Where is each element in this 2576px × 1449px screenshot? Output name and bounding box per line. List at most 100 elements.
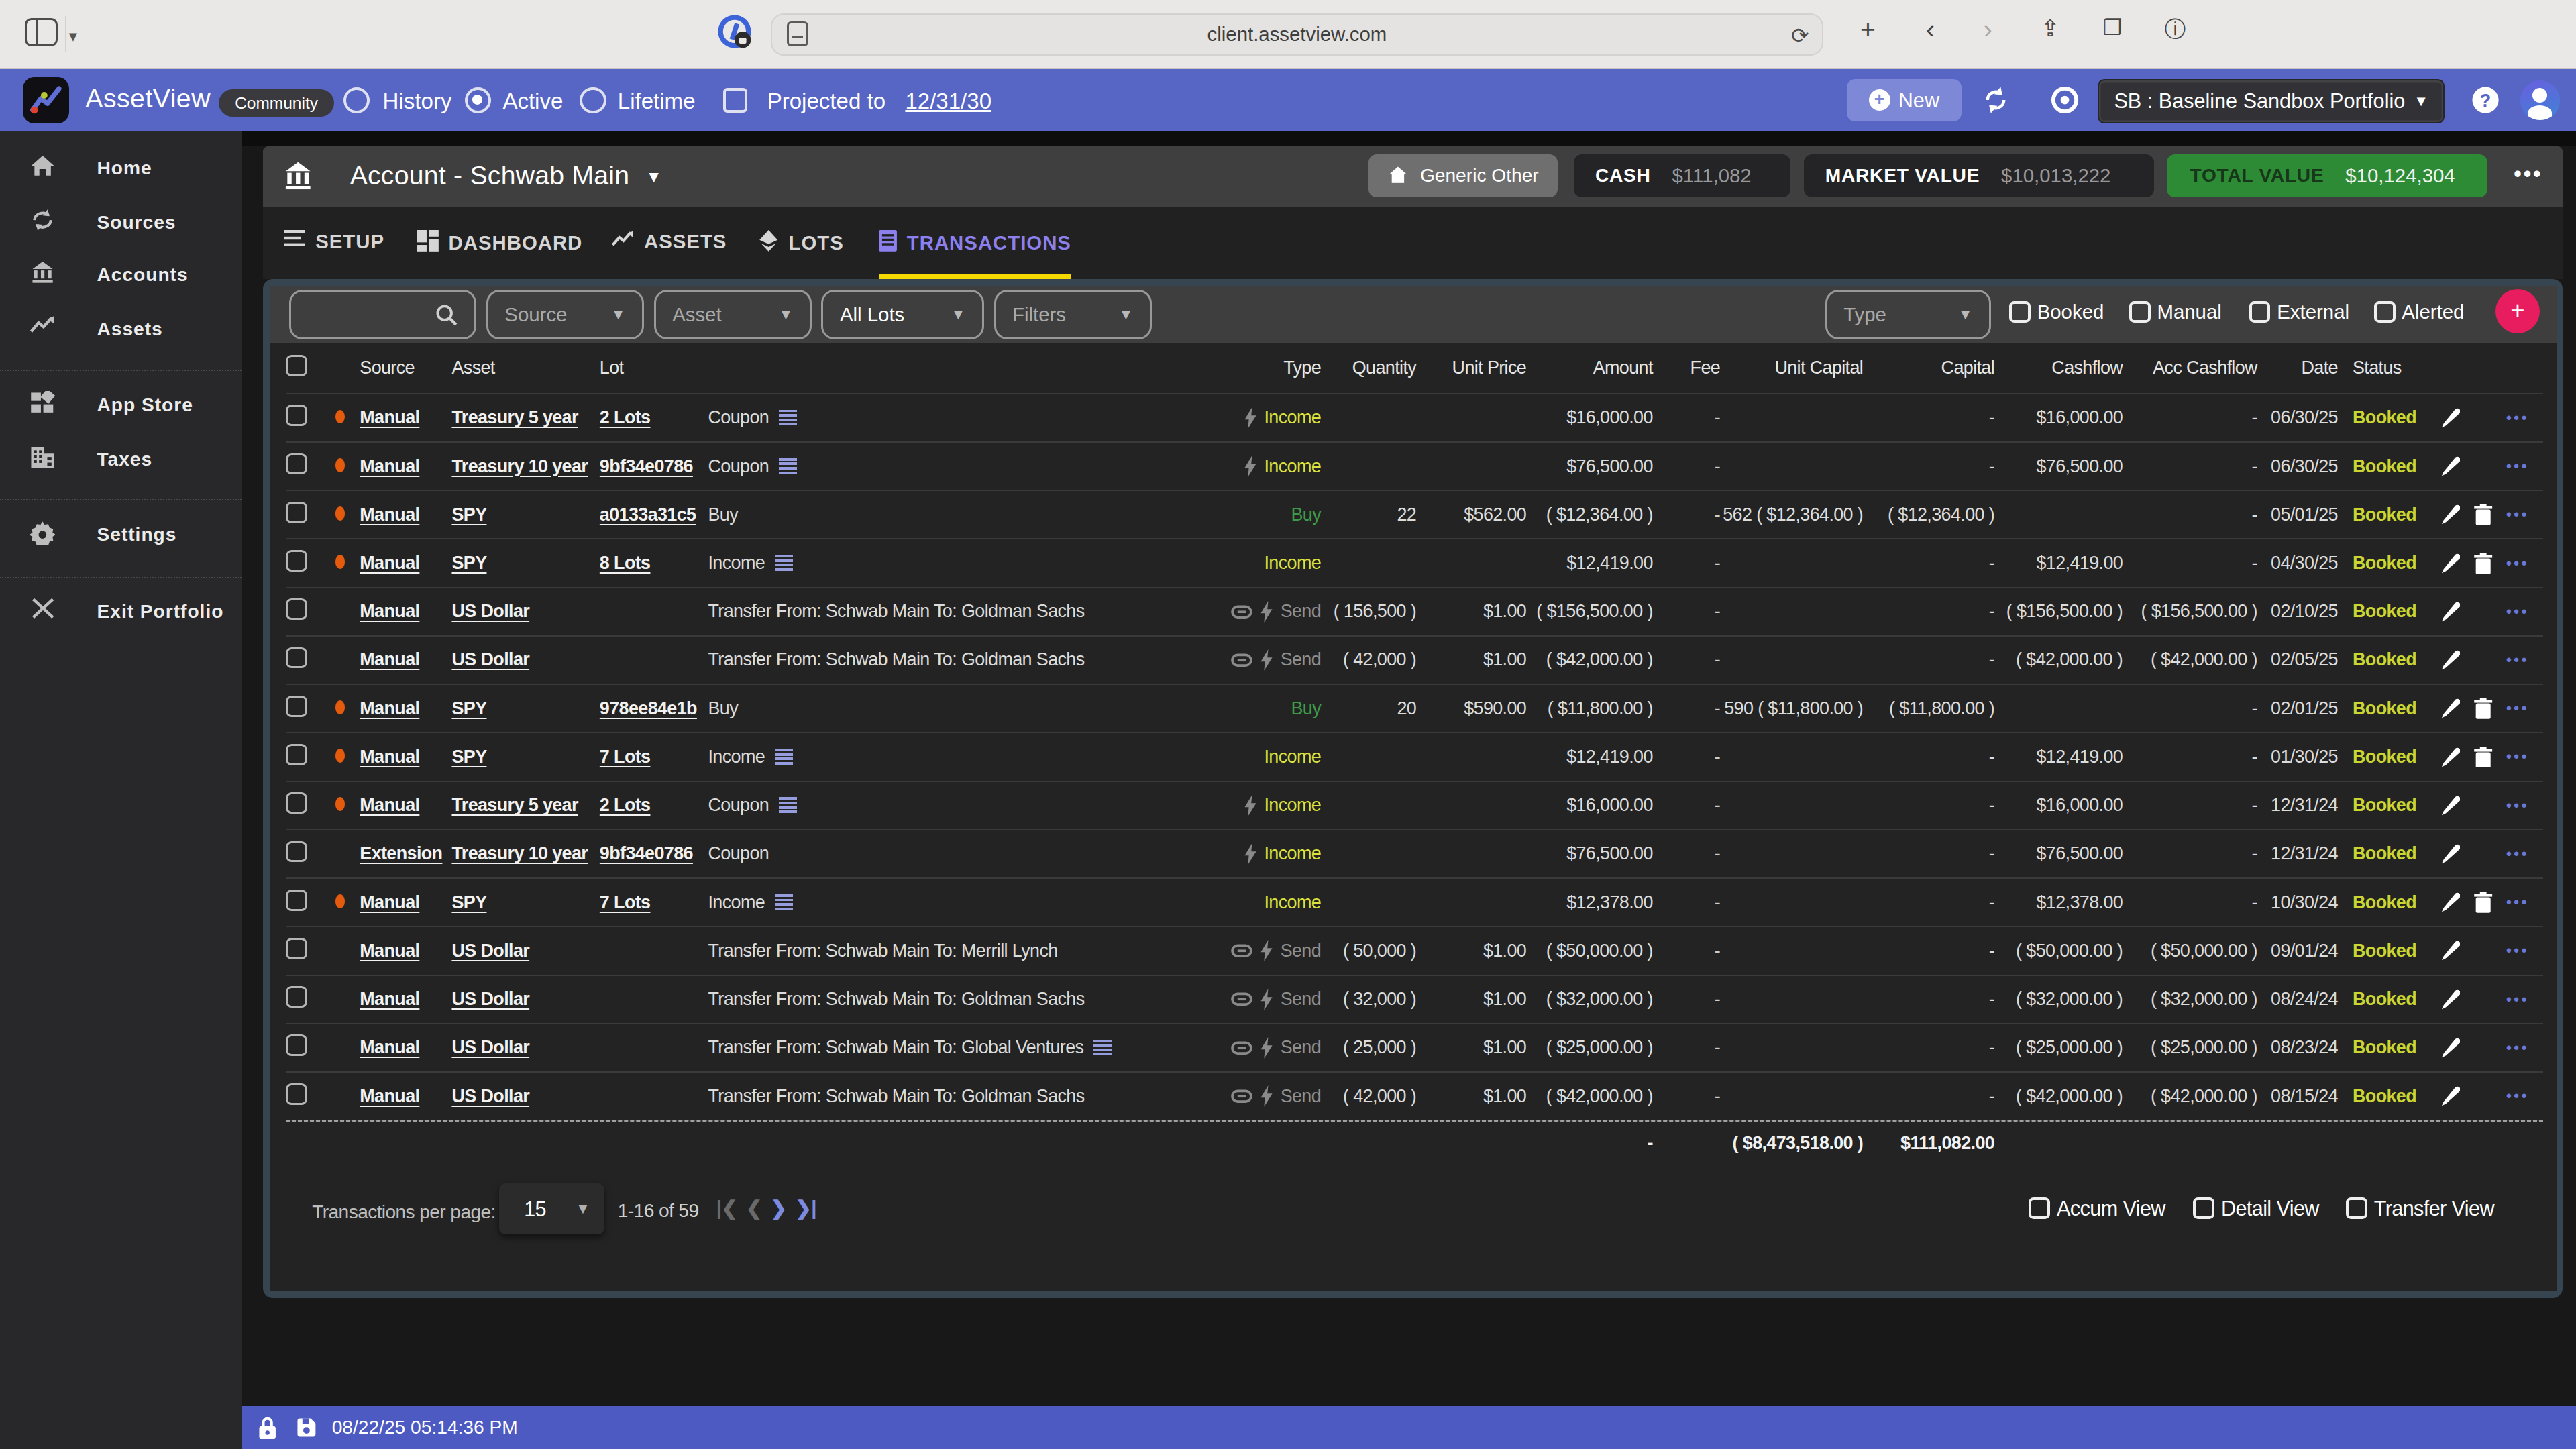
- edit-icon[interactable]: [2440, 601, 2460, 623]
- lot-list-icon[interactable]: [779, 410, 797, 426]
- sidebar-item-assets[interactable]: Assets: [0, 315, 241, 348]
- table-row[interactable]: ExtensionTreasury 10 year9bf34e0786Coupo…: [286, 830, 2543, 879]
- row-source[interactable]: Manual: [360, 989, 451, 1010]
- sidebar-item-home[interactable]: Home: [0, 154, 241, 187]
- per-page-select[interactable]: 15▼: [499, 1183, 604, 1234]
- row-checkbox[interactable]: [286, 598, 307, 620]
- table-row[interactable]: ManualSPY8 LotsIncomeIncome$12,419.00--$…: [286, 539, 2543, 588]
- radio-active[interactable]: [465, 87, 491, 113]
- edit-icon[interactable]: [2440, 747, 2460, 768]
- tab-assets[interactable]: ASSETS: [611, 230, 727, 253]
- row-checkbox[interactable]: [286, 986, 307, 1008]
- watch-icon[interactable]: [2050, 85, 2080, 115]
- row-source[interactable]: Manual: [360, 456, 451, 477]
- sidebar-item-exit-portfolio[interactable]: Exit Portfolio: [0, 598, 241, 631]
- row-more-icon[interactable]: •••: [2506, 1039, 2529, 1057]
- table-row[interactable]: ManualUS DollarTransfer From: Schwab Mai…: [286, 637, 2543, 685]
- manual-checkbox[interactable]: Manual: [2129, 301, 2222, 323]
- row-more-icon[interactable]: •••: [2506, 409, 2529, 427]
- row-source[interactable]: Manual: [360, 892, 451, 913]
- sidebar-item-accounts[interactable]: Accounts: [0, 261, 241, 294]
- projected-to-checkbox[interactable]: [723, 88, 748, 113]
- row-lot[interactable]: 8 Lots: [600, 553, 708, 574]
- sidebar-item-app-store[interactable]: App Store: [0, 391, 241, 424]
- delete-icon[interactable]: [2473, 504, 2493, 525]
- row-source[interactable]: Manual: [360, 553, 451, 574]
- lot-list-icon[interactable]: [1093, 1040, 1112, 1056]
- edit-icon[interactable]: [2440, 989, 2460, 1010]
- edit-icon[interactable]: [2440, 455, 2460, 477]
- page-icon[interactable]: [786, 21, 812, 48]
- row-asset[interactable]: Treasury 5 year: [451, 407, 599, 428]
- browser-sidebar-icon[interactable]: [25, 18, 58, 46]
- row-asset[interactable]: US Dollar: [451, 601, 599, 622]
- first-page-icon[interactable]: |❮: [716, 1197, 738, 1220]
- search-input[interactable]: [289, 290, 476, 339]
- lot-list-icon[interactable]: [779, 797, 797, 813]
- new-tab-icon[interactable]: +: [1848, 15, 1888, 44]
- tab-setup[interactable]: SETUP: [284, 230, 384, 253]
- row-more-icon[interactable]: •••: [2506, 797, 2529, 814]
- row-asset[interactable]: Treasury 10 year: [451, 843, 599, 864]
- tab-dashboard[interactable]: DASHBOARD: [417, 230, 582, 256]
- edit-icon[interactable]: [2440, 843, 2460, 865]
- row-asset[interactable]: US Dollar: [451, 649, 599, 670]
- delete-icon[interactable]: [2473, 892, 2493, 913]
- select-all-checkbox[interactable]: [286, 355, 307, 376]
- assetview-logo[interactable]: [23, 77, 69, 123]
- row-asset[interactable]: SPY: [451, 698, 599, 719]
- edit-icon[interactable]: [2440, 892, 2460, 913]
- row-lot[interactable]: 2 Lots: [600, 795, 708, 816]
- help-icon[interactable]: ?: [2471, 85, 2500, 115]
- account-caret-icon[interactable]: ▼: [645, 168, 661, 186]
- table-row[interactable]: ManualUS DollarTransfer From: Schwab Mai…: [286, 588, 2543, 637]
- source-dropdown[interactable]: Source▼: [486, 290, 644, 339]
- delete-icon[interactable]: [2473, 698, 2493, 719]
- lot-list-icon[interactable]: [779, 458, 797, 474]
- add-transaction-button[interactable]: +: [2496, 289, 2540, 333]
- row-checkbox[interactable]: [286, 792, 307, 814]
- row-more-icon[interactable]: •••: [2506, 845, 2529, 863]
- row-more-icon[interactable]: •••: [2506, 555, 2529, 572]
- row-asset[interactable]: US Dollar: [451, 1086, 599, 1107]
- row-asset[interactable]: US Dollar: [451, 941, 599, 961]
- row-source[interactable]: Manual: [360, 747, 451, 767]
- back-icon[interactable]: ‹: [1911, 15, 1950, 44]
- row-checkbox[interactable]: [286, 1034, 307, 1056]
- edit-icon[interactable]: [2440, 1085, 2460, 1107]
- row-source[interactable]: Manual: [360, 649, 451, 670]
- new-button[interactable]: +New: [1847, 79, 1962, 122]
- delete-icon[interactable]: [2473, 747, 2493, 768]
- row-asset[interactable]: US Dollar: [451, 989, 599, 1010]
- lot-list-icon[interactable]: [775, 749, 793, 765]
- row-asset[interactable]: Treasury 5 year: [451, 795, 599, 816]
- detail-view-checkbox[interactable]: Detail View: [2193, 1197, 2318, 1220]
- row-lot[interactable]: 7 Lots: [600, 747, 708, 767]
- row-lot[interactable]: 7 Lots: [600, 892, 708, 913]
- row-checkbox[interactable]: [286, 1083, 307, 1105]
- row-source[interactable]: Manual: [360, 698, 451, 719]
- reload-icon[interactable]: ⟳: [1791, 23, 1809, 48]
- row-source[interactable]: Manual: [360, 504, 451, 525]
- edit-icon[interactable]: [2440, 504, 2460, 525]
- prev-page-icon[interactable]: ❮: [746, 1197, 762, 1220]
- tab-transactions[interactable]: TRANSACTIONS: [879, 230, 1071, 256]
- row-asset[interactable]: SPY: [451, 504, 599, 525]
- info-icon[interactable]: ⓘ: [2155, 15, 2195, 44]
- row-more-icon[interactable]: •••: [2506, 700, 2529, 717]
- delete-icon[interactable]: [2473, 553, 2493, 574]
- table-row[interactable]: ManualUS DollarTransfer From: Schwab Mai…: [286, 976, 2543, 1024]
- row-source[interactable]: Manual: [360, 1037, 451, 1058]
- row-more-icon[interactable]: •••: [2506, 458, 2529, 475]
- save-icon[interactable]: [296, 1417, 317, 1438]
- alerted-checkbox[interactable]: Alerted: [2374, 301, 2465, 323]
- lot-list-icon[interactable]: [775, 894, 793, 910]
- row-checkbox[interactable]: [286, 405, 307, 426]
- row-asset[interactable]: SPY: [451, 747, 599, 767]
- row-lot[interactable]: 2 Lots: [600, 407, 708, 428]
- row-source[interactable]: Manual: [360, 941, 451, 961]
- forward-icon[interactable]: ›: [1968, 15, 2008, 44]
- browser-sidebar-chevron-icon[interactable]: ▾: [69, 26, 77, 46]
- table-row[interactable]: ManualTreasury 5 year2 LotsCouponIncome$…: [286, 782, 2543, 830]
- row-more-icon[interactable]: •••: [2506, 651, 2529, 669]
